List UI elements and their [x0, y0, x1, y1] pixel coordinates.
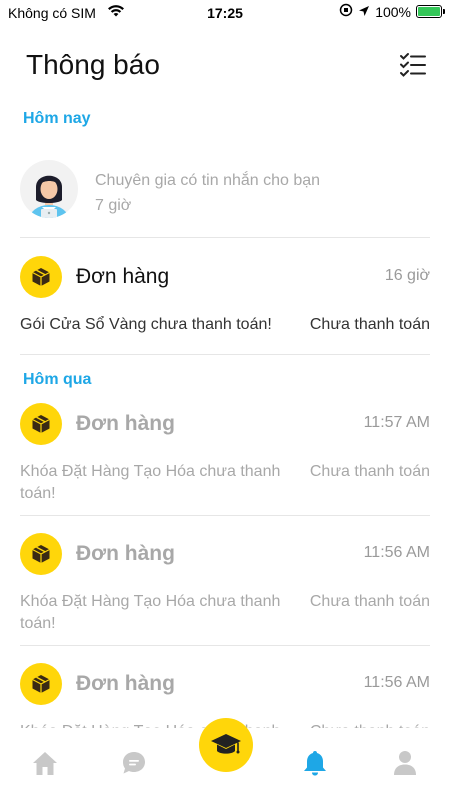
- order-title: Đơn hàng: [76, 542, 175, 565]
- order-title: Đơn hàng: [76, 265, 170, 288]
- status-bar: Không có SIM 17:25 100%: [0, 0, 450, 26]
- battery-fill: [418, 7, 440, 16]
- divider: [20, 515, 430, 516]
- order-time: 11:57 AM: [363, 414, 430, 431]
- order-status: Chưa thanh toán: [309, 463, 430, 480]
- tab-courses-button[interactable]: [199, 718, 253, 772]
- box-icon: [20, 256, 62, 298]
- order-time: 11:56 AM: [363, 544, 430, 561]
- order-time: 11:56 AM: [363, 674, 430, 691]
- box-icon: [20, 533, 62, 575]
- expert-message-title: Chuyên gia có tin nhắn cho bạn: [95, 172, 321, 189]
- section-yesterday: Hôm qua: [23, 371, 92, 388]
- chat-icon: [123, 752, 145, 774]
- order-status: Chưa thanh toán: [309, 316, 430, 333]
- expert-message-item[interactable]: Chuyên gia có tin nhắn cho bạn 7 giờ: [20, 160, 430, 222]
- orientation-lock-icon: [339, 3, 353, 20]
- order-description: Khóa Đặt Hàng Tạo Hóa chưa thanh toán!: [20, 463, 281, 502]
- divider: [20, 645, 430, 646]
- divider: [20, 237, 430, 238]
- checklist-icon: [400, 53, 426, 77]
- expert-message-time: 7 giờ: [95, 197, 132, 214]
- order-item-yesterday-2[interactable]: Đơn hàng 11:56 AM Khóa Đặt Hàng Tạo Hóa …: [20, 533, 430, 633]
- order-time: 16 giờ: [384, 267, 430, 284]
- tab-home[interactable]: [30, 748, 60, 778]
- header: Thông báo: [26, 46, 428, 86]
- tab-notifications[interactable]: [300, 748, 330, 778]
- location-icon: [358, 4, 370, 20]
- bell-icon: [304, 751, 326, 776]
- box-icon: [20, 403, 62, 445]
- tab-bar: [0, 718, 450, 800]
- order-title: Đơn hàng: [76, 672, 175, 695]
- order-description: Khóa Đặt Hàng Tạo Hóa chưa thanh toán!: [20, 593, 281, 632]
- graduation-cap-icon: [211, 734, 241, 754]
- battery-percent: 100%: [375, 3, 411, 20]
- page-title: Thông báo: [26, 49, 160, 80]
- tab-profile[interactable]: [390, 748, 420, 778]
- box-icon: [20, 663, 62, 705]
- battery-icon: [416, 5, 445, 18]
- order-item-today[interactable]: Đơn hàng 16 giờ Gói Cửa Sổ Vàng chưa tha…: [20, 256, 430, 344]
- tab-chat[interactable]: [119, 748, 149, 778]
- order-item-yesterday-1[interactable]: Đơn hàng 11:57 AM Khóa Đặt Hàng Tạo Hóa …: [20, 403, 430, 503]
- expert-avatar: [20, 160, 78, 218]
- home-icon: [33, 752, 57, 775]
- order-status: Chưa thanh toán: [309, 593, 430, 610]
- order-description: Gói Cửa Sổ Vàng chưa thanh toán!: [20, 316, 272, 333]
- mark-all-read-button[interactable]: [398, 50, 428, 80]
- divider: [20, 354, 430, 355]
- order-title: Đơn hàng: [76, 412, 175, 435]
- user-icon: [394, 751, 416, 775]
- section-today: Hôm nay: [23, 110, 91, 127]
